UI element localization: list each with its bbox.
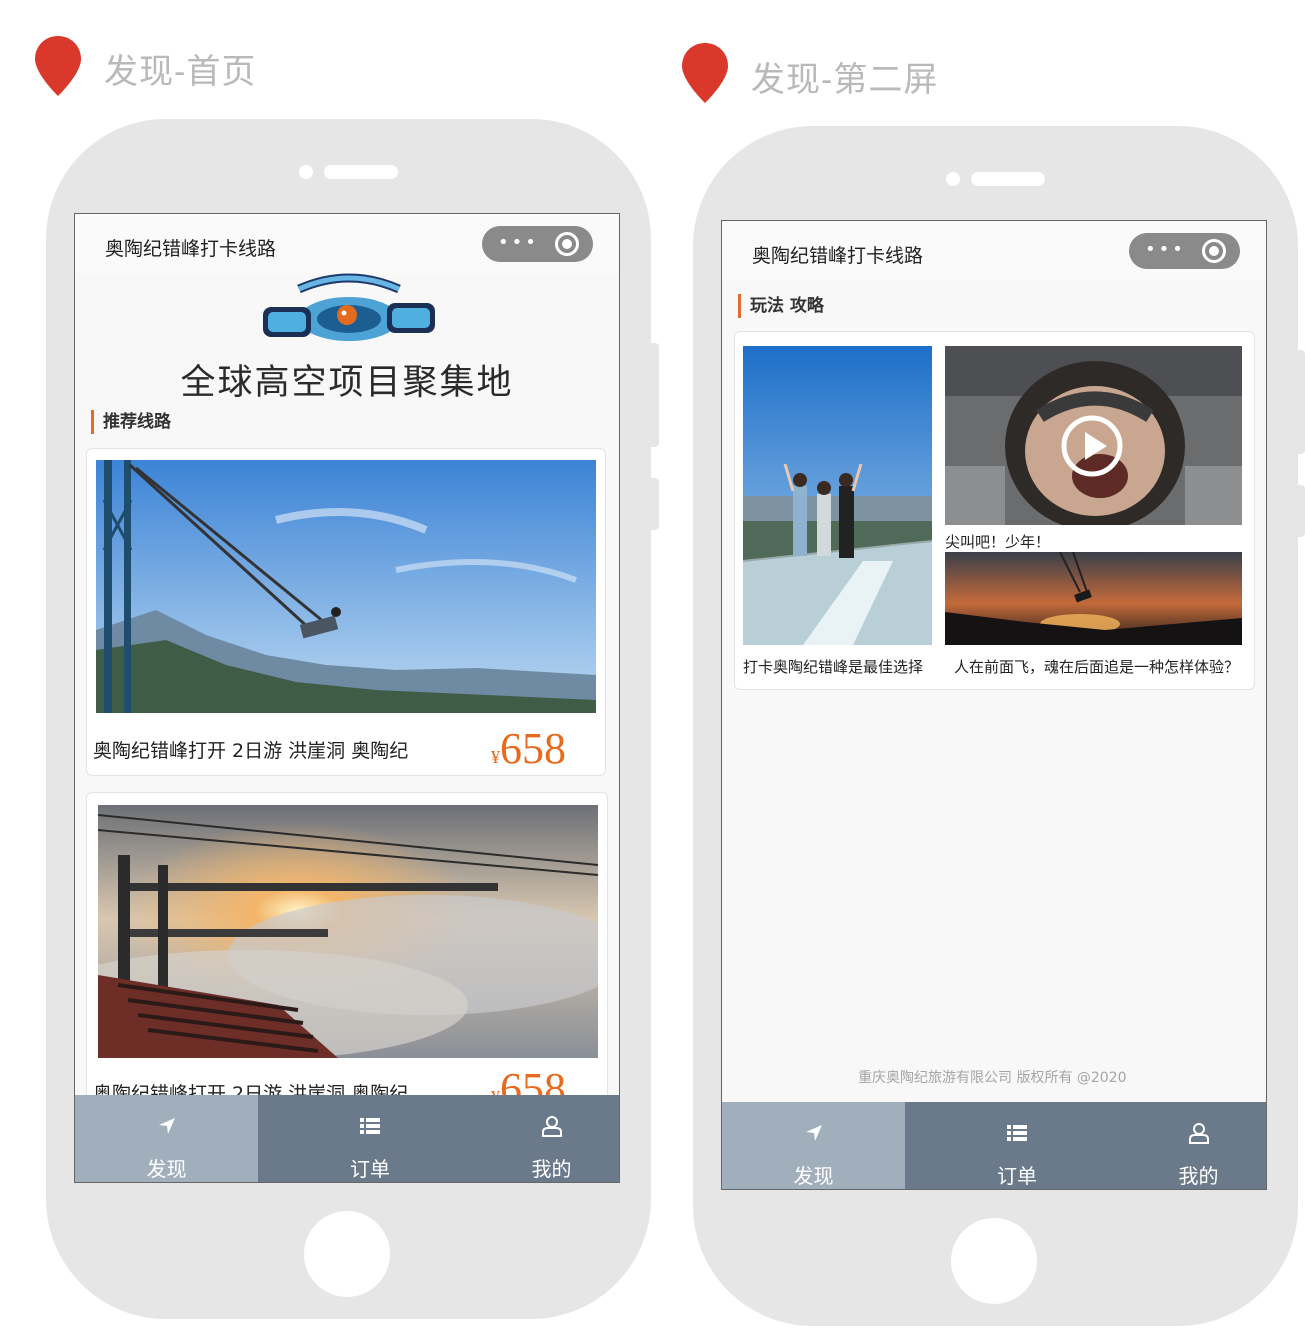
- guides-card: 打卡奥陶纪错峰是最佳选择 尖叫吧！少年！ 人在前面飞，魂在后面追是一种怎样体验？: [734, 331, 1255, 690]
- screaming-rider-video[interactable]: [945, 346, 1242, 525]
- tab-orders[interactable]: 订单: [258, 1095, 482, 1182]
- page-title: 奥陶纪错峰打卡线路: [105, 238, 277, 260]
- earpiece-speaker: [971, 172, 1045, 186]
- play-icon[interactable]: [1060, 414, 1124, 478]
- earpiece-speaker: [324, 165, 398, 179]
- more-icon[interactable]: •••: [498, 234, 539, 252]
- front-camera: [946, 172, 960, 186]
- glass-walkway-photo[interactable]: [743, 346, 932, 645]
- route-price: ¥658: [491, 723, 566, 774]
- tab-label: 发现: [793, 1164, 834, 1188]
- tab-bar: 发现 订单 我的: [722, 1102, 1266, 1189]
- tab-label: 我的: [531, 1157, 572, 1181]
- tab-orders[interactable]: 订单: [905, 1102, 1129, 1189]
- mini-program-titlebar: 奥陶纪错峰打卡线路 •••: [722, 221, 1266, 281]
- tab-discover[interactable]: 发现: [75, 1095, 258, 1182]
- cliff-swing-photo: [96, 460, 596, 713]
- headline: 全球高空项目聚集地: [180, 363, 514, 402]
- mini-program-titlebar: 奥陶纪错峰打卡线路 •••: [75, 214, 619, 274]
- list-icon: [1007, 1125, 1027, 1141]
- front-camera: [299, 165, 313, 179]
- close-target-icon[interactable]: [1202, 239, 1226, 263]
- sunset-swing-photo[interactable]: [945, 552, 1242, 645]
- power-button: [651, 478, 659, 530]
- tab-profile[interactable]: 我的: [482, 1095, 619, 1182]
- page-title: 奥陶纪错峰打卡线路: [752, 245, 924, 267]
- navigation-arrow-icon: [805, 1125, 822, 1141]
- tab-label: 我的: [1178, 1164, 1219, 1188]
- screen-caption-home: 发现-首页: [104, 53, 257, 91]
- navigation-arrow-icon: [158, 1118, 175, 1134]
- capsule-menu[interactable]: •••: [1129, 233, 1240, 269]
- user-icon: [1188, 1123, 1209, 1144]
- location-pin-icon: [35, 36, 81, 96]
- copyright-footer: 重庆奥陶纪旅游有限公司 版权所有 @2020: [858, 1070, 1127, 1086]
- close-target-icon[interactable]: [555, 232, 579, 256]
- user-icon: [541, 1116, 562, 1137]
- home-button[interactable]: [951, 1218, 1037, 1304]
- section-title-guides: 玩法 攻略: [738, 294, 824, 318]
- guide-caption: 人在前面飞，魂在后面追是一种怎样体验？: [954, 658, 1240, 676]
- guide-caption: 尖叫吧！少年！: [945, 533, 1051, 551]
- tab-profile[interactable]: 我的: [1129, 1102, 1266, 1189]
- price-value: 658: [500, 724, 566, 773]
- tab-discover[interactable]: 发现: [722, 1102, 905, 1189]
- tab-label: 订单: [350, 1157, 390, 1181]
- tab-label: 发现: [146, 1157, 187, 1181]
- screen-caption-second: 发现-第二屏: [751, 61, 939, 99]
- brand-logo: [263, 273, 435, 341]
- tab-label: 订单: [997, 1164, 1037, 1188]
- list-icon: [360, 1118, 380, 1134]
- capsule-menu[interactable]: •••: [482, 226, 593, 262]
- location-pin-icon: [682, 43, 728, 103]
- volume-button: [651, 343, 659, 447]
- route-card[interactable]: 奥陶纪错峰打开 2日游 洪崖洞 奥陶纪 ¥658: [86, 448, 606, 776]
- section-title-routes: 推荐线路: [91, 410, 171, 434]
- tab-bar: 发现 订单 我的: [75, 1095, 619, 1182]
- power-button: [1297, 485, 1305, 537]
- sky-platform-sunset-photo: [98, 805, 598, 1058]
- screen-home: 奥陶纪错峰打卡线路 ••• 全球高空项目聚集地 推荐线路 奥陶纪错峰打开 2日游…: [74, 213, 620, 1183]
- route-name: 奥陶纪错峰打开 2日游 洪崖洞 奥陶纪: [93, 740, 409, 762]
- home-button[interactable]: [304, 1211, 390, 1297]
- volume-button: [1297, 350, 1305, 454]
- currency-symbol: ¥: [491, 747, 500, 767]
- screen-second: 奥陶纪错峰打卡线路 ••• 玩法 攻略 打卡奥陶纪错峰是最佳选择 尖叫吧！少年！…: [721, 220, 1267, 1190]
- guide-caption: 打卡奥陶纪错峰是最佳选择: [743, 658, 924, 676]
- more-icon[interactable]: •••: [1145, 241, 1186, 259]
- route-card[interactable]: 奥陶纪错峰打开 2日游 洪崖洞 奥陶纪 ¥658: [86, 792, 608, 1120]
